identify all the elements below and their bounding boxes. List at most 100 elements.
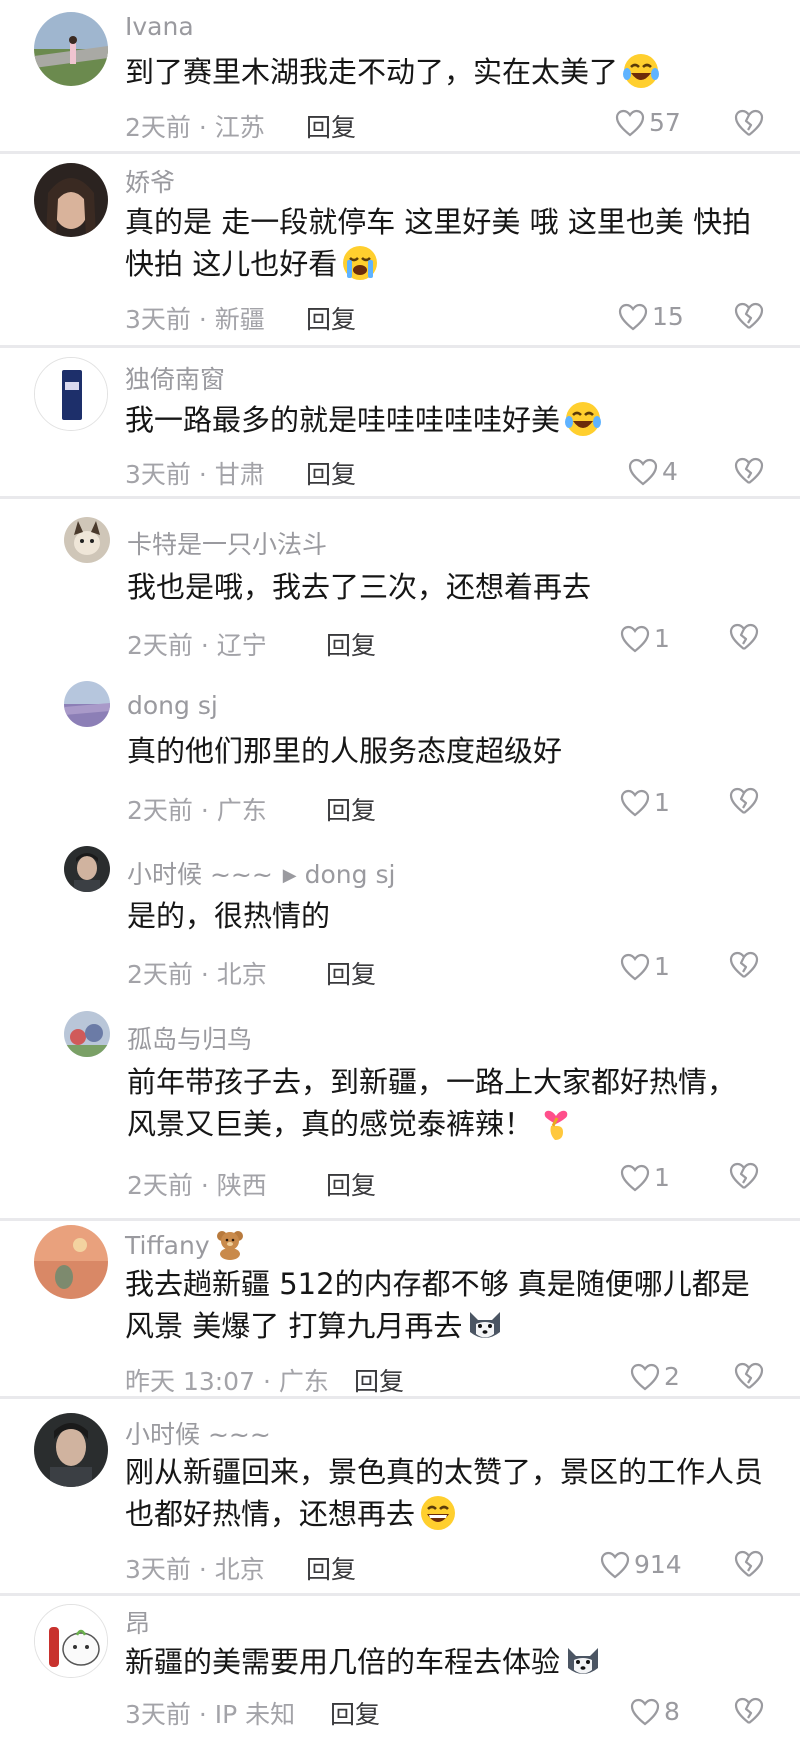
dislike-button[interactable] xyxy=(734,1361,764,1395)
like-count: 1 xyxy=(654,624,670,653)
comment-meta: 昨天 13:07 · 广东 xyxy=(125,1367,329,1396)
reply-button[interactable]: 回复 xyxy=(326,955,376,991)
reply-button[interactable]: 回复 xyxy=(306,108,356,144)
reply-button[interactable]: 回复 xyxy=(306,1550,356,1586)
comment-meta: 3天前 · 新疆 xyxy=(125,305,265,334)
comment-author[interactable]: 独倚南窗 xyxy=(125,360,225,396)
avatar[interactable] xyxy=(64,1011,110,1057)
comment-meta: 2天前 · 江苏 xyxy=(125,113,265,142)
comment-list: Ivana 到了赛里木湖我走不动了，实在太美了 2天前 · 江苏 回复 57 娇… xyxy=(0,0,800,1737)
reply-arrow-icon: ▶ xyxy=(282,865,297,886)
broken-heart-icon xyxy=(729,1162,759,1189)
like-count: 8 xyxy=(664,1697,680,1726)
comment-text: 刚从新疆回来，景色真的太赞了，景区的工作人员也都好热情，还想再去 xyxy=(125,1455,764,1532)
heart-icon xyxy=(620,1164,650,1191)
laughing-crying-emoji xyxy=(622,52,660,90)
broken-heart-icon xyxy=(729,951,759,978)
finger-heart-emoji xyxy=(537,1104,575,1142)
dislike-button[interactable] xyxy=(734,108,764,142)
avatar[interactable] xyxy=(64,846,110,892)
comment-meta: 3天前 · IP 未知 xyxy=(125,1700,296,1729)
comment-author[interactable]: Ivana xyxy=(125,12,194,41)
like-count: 15 xyxy=(652,302,684,331)
heart-icon xyxy=(620,625,650,652)
like-button[interactable]: 15 xyxy=(618,302,684,331)
like-button[interactable]: 1 xyxy=(620,1163,670,1192)
comment-author[interactable]: 孤岛与归鸟 xyxy=(127,1020,252,1056)
heart-icon xyxy=(615,109,645,136)
like-button[interactable]: 914 xyxy=(600,1550,682,1579)
like-count: 2 xyxy=(664,1362,680,1391)
like-count: 57 xyxy=(649,108,681,137)
broken-heart-icon xyxy=(734,1362,764,1389)
comment-author[interactable]: 娇爷 xyxy=(125,163,175,199)
like-button[interactable]: 1 xyxy=(620,952,670,981)
avatar[interactable] xyxy=(34,1413,108,1487)
comment-author[interactable]: 小时候 ~~~ ▶ dong sj xyxy=(127,855,395,891)
dislike-button[interactable] xyxy=(734,301,764,335)
like-button[interactable]: 57 xyxy=(615,108,681,137)
husky-emoji xyxy=(466,1306,504,1344)
reply-button[interactable]: 回复 xyxy=(326,626,376,662)
comment-author[interactable]: 卡特是一只小法斗 xyxy=(127,525,327,561)
reply-button[interactable]: 回复 xyxy=(330,1695,380,1731)
heart-icon xyxy=(600,1551,630,1578)
reply-button[interactable]: 回复 xyxy=(306,455,356,491)
comment-text: 新疆的美需要用几倍的车程去体验 xyxy=(125,1641,765,1683)
like-button[interactable]: 4 xyxy=(628,457,678,486)
like-button[interactable]: 2 xyxy=(630,1362,680,1391)
reply-button[interactable]: 回复 xyxy=(306,300,356,336)
dislike-button[interactable] xyxy=(729,950,759,984)
teddy-bear-emoji xyxy=(214,1228,246,1260)
dislike-button[interactable] xyxy=(734,1549,764,1583)
like-button[interactable]: 1 xyxy=(620,624,670,653)
reply-to-author[interactable]: dong sj xyxy=(305,860,396,889)
laughing-crying-emoji xyxy=(564,400,602,438)
like-button[interactable]: 1 xyxy=(620,788,670,817)
husky-emoji xyxy=(564,1642,602,1680)
dislike-button[interactable] xyxy=(729,1161,759,1195)
comment-text: 前年带孩子去，到新疆，一路上大家都好热情，风景又巨美，真的感觉泰裤辣！ xyxy=(127,1065,737,1142)
dislike-button[interactable] xyxy=(734,456,764,490)
avatar[interactable] xyxy=(34,357,108,431)
comment-meta: 3天前 · 北京 xyxy=(125,1555,265,1584)
like-button[interactable]: 8 xyxy=(630,1697,680,1726)
comment-text: 我去趟新疆 512的内存都不够 真是随便哪儿都是风景 美爆了 打算九月再去 xyxy=(125,1267,750,1344)
comment-author[interactable]: dong sj xyxy=(127,691,218,720)
avatar[interactable] xyxy=(34,12,108,86)
like-count: 4 xyxy=(662,457,678,486)
dislike-button[interactable] xyxy=(729,786,759,820)
comment-text: 是的，很热情的 xyxy=(127,899,331,933)
heart-icon xyxy=(620,953,650,980)
comment-author[interactable]: Tiffany xyxy=(125,1228,246,1260)
avatar[interactable] xyxy=(34,1225,108,1299)
comment-author[interactable]: 昂 xyxy=(125,1604,150,1640)
comment-meta: 2天前 · 陕西 xyxy=(127,1171,267,1200)
dislike-button[interactable] xyxy=(734,1696,764,1730)
crying-emoji xyxy=(341,244,379,282)
like-count: 1 xyxy=(654,1163,670,1192)
avatar[interactable] xyxy=(34,1604,108,1678)
comment-meta: 2天前 · 辽宁 xyxy=(127,631,267,660)
avatar[interactable] xyxy=(64,517,110,563)
comment-meta: 2天前 · 北京 xyxy=(127,960,267,989)
heart-icon xyxy=(630,1698,660,1725)
heart-icon xyxy=(618,303,648,330)
comment-meta: 3天前 · 甘肃 xyxy=(125,460,265,489)
heart-icon xyxy=(620,789,650,816)
broken-heart-icon xyxy=(734,1550,764,1577)
reply-button[interactable]: 回复 xyxy=(326,791,376,827)
like-count: 1 xyxy=(654,788,670,817)
grinning-emoji xyxy=(419,1494,457,1532)
comment-author[interactable]: 小时候 ~~~ xyxy=(125,1415,271,1451)
like-count: 914 xyxy=(634,1550,682,1579)
comment-text: 真的他们那里的人服务态度超级好 xyxy=(127,734,563,768)
comment-meta: 2天前 · 广东 xyxy=(127,796,267,825)
dislike-button[interactable] xyxy=(729,622,759,656)
avatar[interactable] xyxy=(64,681,110,727)
reply-button[interactable]: 回复 xyxy=(326,1166,376,1202)
avatar[interactable] xyxy=(34,163,108,237)
comment-text: 我一路最多的就是哇哇哇哇哇好美 xyxy=(125,399,765,441)
reply-button[interactable]: 回复 xyxy=(354,1362,404,1398)
broken-heart-icon xyxy=(729,623,759,650)
